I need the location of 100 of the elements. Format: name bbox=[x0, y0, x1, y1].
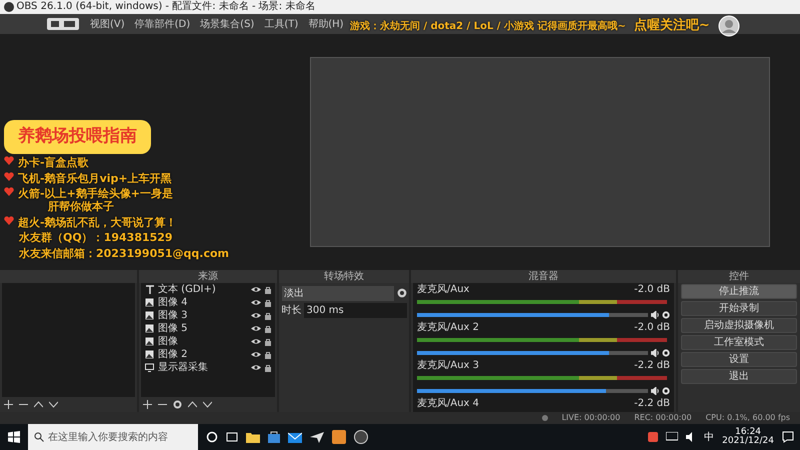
plane-icon[interactable] bbox=[310, 431, 324, 443]
notification-icon[interactable] bbox=[782, 431, 794, 443]
menu-item[interactable]: 帮助(H) bbox=[308, 16, 344, 32]
channel-reading: -2.0 dB bbox=[634, 322, 670, 333]
windows-start-icon[interactable] bbox=[8, 431, 20, 443]
clock-date[interactable]: 2021/12/24 bbox=[722, 437, 774, 446]
control-button[interactable]: 退出 bbox=[681, 369, 797, 384]
volume-slider[interactable] bbox=[417, 313, 648, 317]
guide-item: 办卡-盲盒点歌 bbox=[18, 156, 89, 169]
heart-icon bbox=[4, 216, 14, 224]
source-item[interactable]: 图像 3 bbox=[158, 308, 247, 323]
control-button[interactable]: 设置 bbox=[681, 352, 797, 367]
menu-item[interactable]: 视图(V) bbox=[90, 16, 125, 32]
visibility-icon[interactable] bbox=[251, 364, 261, 371]
lock-icon[interactable] bbox=[265, 324, 271, 332]
visibility-icon[interactable] bbox=[251, 312, 261, 319]
menu-item[interactable]: 停靠部件(D) bbox=[134, 16, 190, 32]
visibility-icon[interactable] bbox=[251, 351, 261, 358]
avatar-icon bbox=[718, 15, 740, 37]
guide-title: 养鹅场投喂指南 bbox=[4, 120, 151, 154]
source-item[interactable]: 显示器采集 bbox=[158, 360, 247, 375]
channel-name: 麦克风/Aux 2 bbox=[417, 322, 480, 333]
guide-item: 超火-鹅场乱不乱，大哥说了算！ bbox=[18, 216, 177, 228]
control-button[interactable]: 工作室模式 bbox=[681, 335, 797, 350]
control-button[interactable]: 启动虚拟摄像机 bbox=[681, 318, 797, 333]
channel-name: 麦克风/Aux 3 bbox=[417, 360, 480, 371]
menu-item[interactable]: 场景集合(S) bbox=[200, 16, 254, 32]
source-item[interactable]: 文本 (GDI+) bbox=[158, 283, 247, 297]
lock-icon[interactable] bbox=[265, 286, 271, 294]
store-icon[interactable] bbox=[268, 431, 280, 443]
banner-text: 游戏：永劫无间 / dota2 / LoL / 小游戏 记得画质开最高哦~ bbox=[350, 19, 626, 34]
settings-icon[interactable] bbox=[662, 349, 670, 357]
guide-item: 飞机-鹅音乐包月vip+上车开黑 bbox=[18, 172, 172, 184]
text-icon bbox=[145, 285, 154, 294]
search-icon bbox=[34, 432, 44, 442]
monitor-icon bbox=[145, 363, 154, 372]
rec-timer: REC: 00:00:00 bbox=[634, 412, 692, 424]
channel-reading: -2.2 dB bbox=[634, 360, 670, 371]
window-title: OBS 26.1.0 (64-bit, windows) - 配置文件: 未命名 - 场景: 未命名 bbox=[16, 0, 316, 14]
image-icon bbox=[145, 298, 154, 307]
folder-icon[interactable] bbox=[246, 431, 260, 443]
lock-icon[interactable] bbox=[265, 364, 271, 372]
image-icon bbox=[145, 324, 154, 333]
source-item[interactable]: 图像 2 bbox=[158, 347, 247, 362]
lock-icon[interactable] bbox=[265, 298, 271, 306]
contact-text: 水友来信邮箱：2023199051@qq.com bbox=[18, 246, 230, 260]
duration-label: 时长 bbox=[282, 304, 302, 318]
mail-icon[interactable] bbox=[288, 431, 302, 443]
visibility-icon[interactable] bbox=[251, 325, 261, 332]
follow-text: 点喔关注吧~ bbox=[634, 16, 710, 36]
move-down-icon[interactable] bbox=[49, 400, 58, 409]
lock-icon[interactable] bbox=[265, 312, 271, 320]
add-icon[interactable] bbox=[143, 400, 152, 409]
lock-icon[interactable] bbox=[265, 338, 271, 346]
image-icon bbox=[145, 311, 154, 320]
move-up-icon[interactable] bbox=[34, 400, 43, 409]
clock-time[interactable]: 16:24 bbox=[722, 428, 774, 437]
channel-name: 麦克风/Aux bbox=[417, 284, 470, 295]
speaker-icon[interactable] bbox=[650, 387, 660, 395]
dock-title: 来源 bbox=[139, 270, 277, 283]
control-button[interactable]: 开始录制 bbox=[681, 301, 797, 316]
image-icon bbox=[145, 350, 154, 359]
lock-icon[interactable] bbox=[265, 350, 271, 358]
dock-title: 控件 bbox=[678, 270, 800, 283]
source-item[interactable]: 图像 5 bbox=[158, 321, 247, 336]
guide-item: 火箭-以上+鹅手绘头像+一身是 bbox=[18, 187, 173, 200]
cortana-icon[interactable] bbox=[206, 431, 218, 443]
move-up-icon[interactable] bbox=[188, 400, 197, 409]
settings-icon[interactable] bbox=[396, 288, 406, 298]
obs-app-icon[interactable] bbox=[354, 430, 368, 444]
move-down-icon[interactable] bbox=[203, 400, 212, 409]
volume-slider[interactable] bbox=[417, 389, 648, 393]
source-item[interactable]: 图像 4 bbox=[158, 295, 247, 310]
settings-icon[interactable] bbox=[173, 400, 182, 409]
add-icon[interactable] bbox=[4, 400, 13, 409]
duration-field[interactable]: 300 ms bbox=[304, 303, 406, 318]
guide-note: 肝帮你做本子 bbox=[46, 200, 115, 213]
settings-icon[interactable] bbox=[662, 311, 670, 319]
visibility-icon[interactable] bbox=[251, 286, 261, 293]
settings-icon[interactable] bbox=[662, 387, 670, 395]
image-icon bbox=[145, 337, 154, 346]
input-method[interactable]: 中 bbox=[704, 430, 714, 444]
visibility-icon[interactable] bbox=[251, 338, 261, 345]
tray-icon[interactable] bbox=[648, 432, 658, 442]
channel-reading: -2.0 dB bbox=[634, 284, 670, 295]
speaker-icon[interactable] bbox=[650, 311, 660, 319]
cpu-status: CPU: 0.1%, 60.00 fps bbox=[706, 412, 790, 424]
source-item[interactable]: 图像 bbox=[158, 334, 247, 349]
visibility-icon[interactable] bbox=[251, 299, 261, 306]
search-field[interactable]: 在这里输入你要搜索的内容 bbox=[28, 424, 198, 450]
volume-slider[interactable] bbox=[417, 351, 648, 355]
live-timer: LIVE: 00:00:00 bbox=[562, 412, 620, 424]
menu-item[interactable]: 工具(T) bbox=[264, 16, 298, 32]
dock-title: 混音器 bbox=[411, 270, 676, 283]
speaker-icon[interactable] bbox=[650, 349, 660, 357]
transition-select[interactable]: 淡出 bbox=[282, 286, 394, 300]
task-view-icon[interactable] bbox=[226, 431, 238, 443]
channel-name: 麦克风/Aux 4 bbox=[417, 398, 480, 409]
control-button[interactable]: 停止推流 bbox=[681, 284, 797, 299]
logo-mark bbox=[46, 17, 80, 31]
